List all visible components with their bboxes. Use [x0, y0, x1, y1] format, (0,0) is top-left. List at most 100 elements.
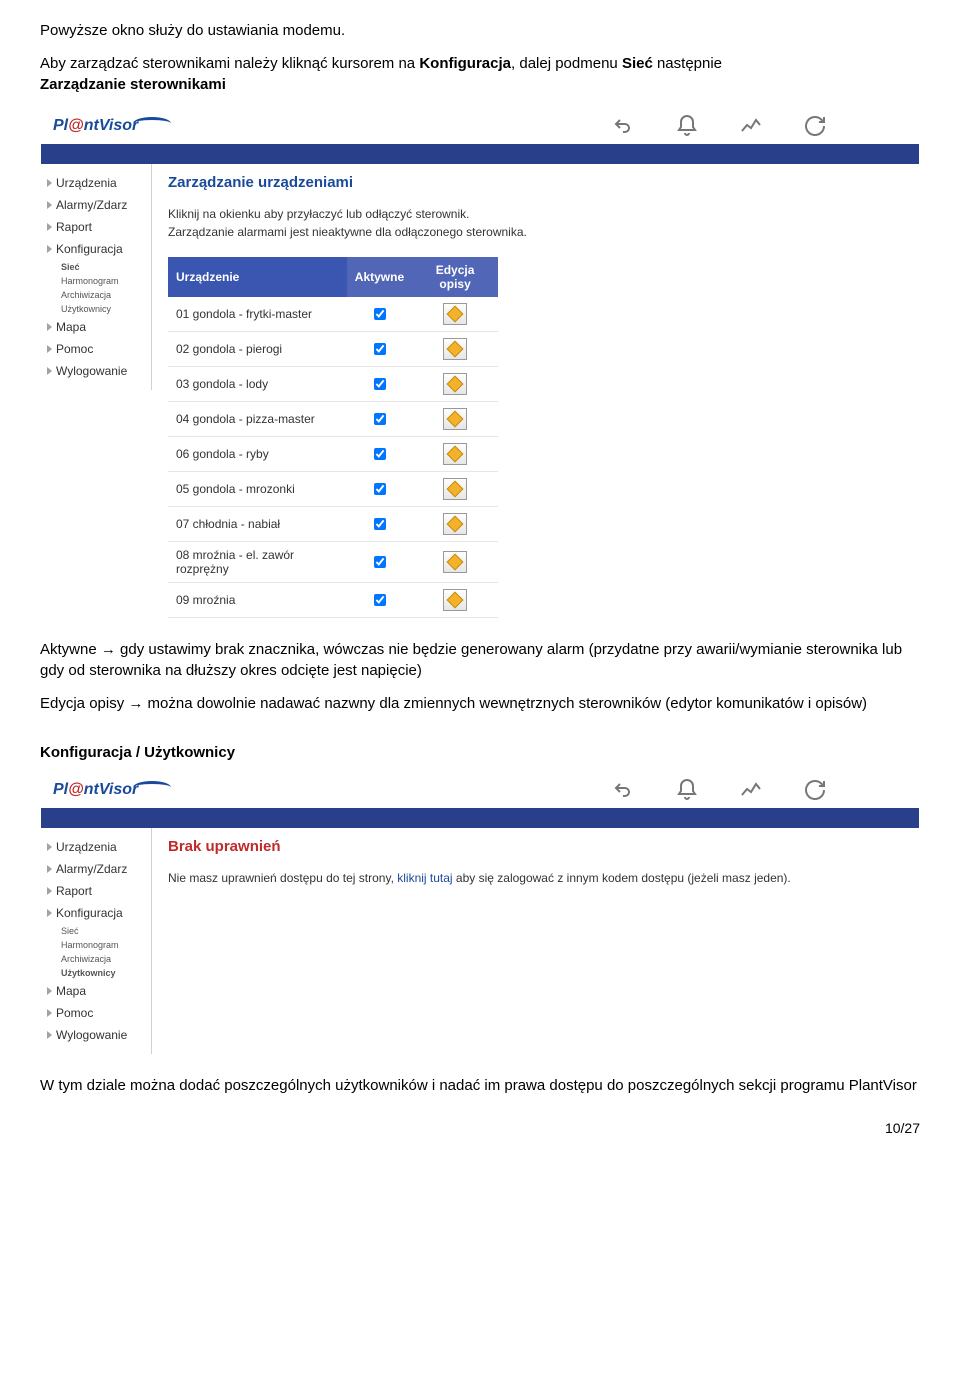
- active-checkbox[interactable]: [374, 518, 386, 530]
- sidebar-label: Pomoc: [56, 1006, 93, 1020]
- logo-part: Pl: [53, 117, 68, 134]
- sidebar-item[interactable]: Mapa: [41, 316, 151, 338]
- edit-button[interactable]: [443, 373, 467, 395]
- sidebar-item[interactable]: Pomoc: [41, 1002, 151, 1024]
- sidebar-item[interactable]: Konfiguracja: [41, 238, 151, 260]
- active-checkbox[interactable]: [374, 448, 386, 460]
- sidebar-item[interactable]: Wylogowanie: [41, 1024, 151, 1046]
- sidebar-item[interactable]: Raport: [41, 880, 151, 902]
- cell-device: 06 gondola - ryby: [168, 437, 347, 472]
- edit-button[interactable]: [443, 513, 467, 535]
- back-icon[interactable]: [611, 114, 635, 138]
- sidebar-sub-item[interactable]: Sieć: [41, 260, 151, 274]
- t-bold: Sieć: [622, 55, 653, 72]
- caret-icon: [47, 367, 52, 375]
- active-checkbox[interactable]: [374, 308, 386, 320]
- refresh-icon[interactable]: [803, 778, 827, 802]
- sidebar-label: Wylogowanie: [56, 364, 127, 378]
- table-row: 06 gondola - ryby: [168, 437, 498, 472]
- sidebar-label: Konfiguracja: [56, 906, 123, 920]
- sidebar-item[interactable]: Konfiguracja: [41, 902, 151, 924]
- bell-icon[interactable]: [675, 778, 699, 802]
- active-checkbox[interactable]: [374, 413, 386, 425]
- content-title: Zarządzanie urządzeniami: [168, 174, 903, 191]
- toolbar-icons: [611, 114, 827, 138]
- sidebar-sub-item[interactable]: Harmonogram: [41, 274, 151, 288]
- edit-button[interactable]: [443, 589, 467, 611]
- caret-icon: [47, 865, 52, 873]
- cell-active: [347, 367, 412, 402]
- t: Aby zarządzać sterownikami należy klikną…: [40, 55, 419, 72]
- cell-active: [347, 332, 412, 367]
- th-active: Aktywne: [347, 257, 412, 297]
- sidebar-sub-item[interactable]: Użytkownicy: [41, 966, 151, 980]
- content-title-error: Brak uprawnień: [168, 838, 903, 855]
- cell-edit: [412, 437, 498, 472]
- cell-device: 09 mroźnia: [168, 583, 347, 618]
- cell-active: [347, 583, 412, 618]
- sidebar-sub-item[interactable]: Archiwizacja: [41, 952, 151, 966]
- sidebar-item[interactable]: Urządzenia: [41, 836, 151, 858]
- doc-heading: Konfiguracja / Użytkownicy: [40, 744, 920, 761]
- caret-icon: [47, 1031, 52, 1039]
- edit-button[interactable]: [443, 303, 467, 325]
- caret-icon: [47, 179, 52, 187]
- edit-button[interactable]: [443, 338, 467, 360]
- sidebar-label: Urządzenia: [56, 840, 117, 854]
- cell-active: [347, 437, 412, 472]
- sidebar-item[interactable]: Alarmy/Zdarz: [41, 194, 151, 216]
- t: aby się zalogować z innym kodem dostępu …: [453, 871, 791, 885]
- edit-button[interactable]: [443, 478, 467, 500]
- table-row: 07 chłodnia - nabiał: [168, 507, 498, 542]
- logo-part: ntVisor: [84, 781, 139, 798]
- sidebar-item[interactable]: Urządzenia: [41, 172, 151, 194]
- sidebar-sub-item[interactable]: Sieć: [41, 924, 151, 938]
- doc-after-1: Aktywne → gdy ustawimy brak znacznika, w…: [40, 639, 920, 681]
- th-device: Urządzenie: [168, 257, 347, 297]
- active-checkbox[interactable]: [374, 594, 386, 606]
- table-row: 05 gondola - mrozonki: [168, 472, 498, 507]
- active-checkbox[interactable]: [374, 343, 386, 355]
- t: , dalej podmenu: [511, 55, 622, 72]
- sidebar-item[interactable]: Wylogowanie: [41, 360, 151, 382]
- t-bold: Zarządzanie sterownikami: [40, 76, 226, 93]
- cell-edit: [412, 332, 498, 367]
- active-checkbox[interactable]: [374, 483, 386, 495]
- edit-button[interactable]: [443, 551, 467, 573]
- cell-active: [347, 472, 412, 507]
- sidebar: Urządzenia Alarmy/Zdarz Raport Konfigura…: [41, 164, 152, 390]
- cell-edit: [412, 472, 498, 507]
- login-link[interactable]: kliknij tutaj: [397, 871, 452, 885]
- caret-icon: [47, 909, 52, 917]
- chart-icon[interactable]: [739, 778, 763, 802]
- caret-icon: [47, 843, 52, 851]
- sidebar-sub-item[interactable]: Użytkownicy: [41, 302, 151, 316]
- logo-part: Pl: [53, 781, 68, 798]
- t-bold: Konfiguracja: [419, 55, 511, 72]
- edit-button[interactable]: [443, 408, 467, 430]
- logo-part: ntVisor: [84, 117, 139, 134]
- sidebar-sub-item[interactable]: Harmonogram: [41, 938, 151, 952]
- logo-swoosh: [133, 781, 171, 794]
- sidebar-item[interactable]: Raport: [41, 216, 151, 238]
- refresh-icon[interactable]: [803, 114, 827, 138]
- sidebar-item[interactable]: Mapa: [41, 980, 151, 1002]
- cell-active: [347, 507, 412, 542]
- caret-icon: [47, 987, 52, 995]
- back-icon[interactable]: [611, 778, 635, 802]
- sidebar: Urządzenia Alarmy/Zdarz Raport Konfigura…: [41, 828, 152, 1054]
- edit-button[interactable]: [443, 443, 467, 465]
- active-checkbox[interactable]: [374, 556, 386, 568]
- table-row: 01 gondola - frytki-master: [168, 297, 498, 332]
- sidebar-item[interactable]: Alarmy/Zdarz: [41, 858, 151, 880]
- app-logo: Pl@ntVisor: [53, 781, 171, 799]
- cell-device: 08 mroźnia - el. zawór rozprężny: [168, 542, 347, 583]
- sidebar-item[interactable]: Pomoc: [41, 338, 151, 360]
- diamond-icon: [447, 411, 464, 428]
- active-checkbox[interactable]: [374, 378, 386, 390]
- app-toolbar: Pl@ntVisor: [41, 108, 919, 144]
- blue-bar: [41, 808, 919, 828]
- sidebar-sub-item[interactable]: Archiwizacja: [41, 288, 151, 302]
- bell-icon[interactable]: [675, 114, 699, 138]
- chart-icon[interactable]: [739, 114, 763, 138]
